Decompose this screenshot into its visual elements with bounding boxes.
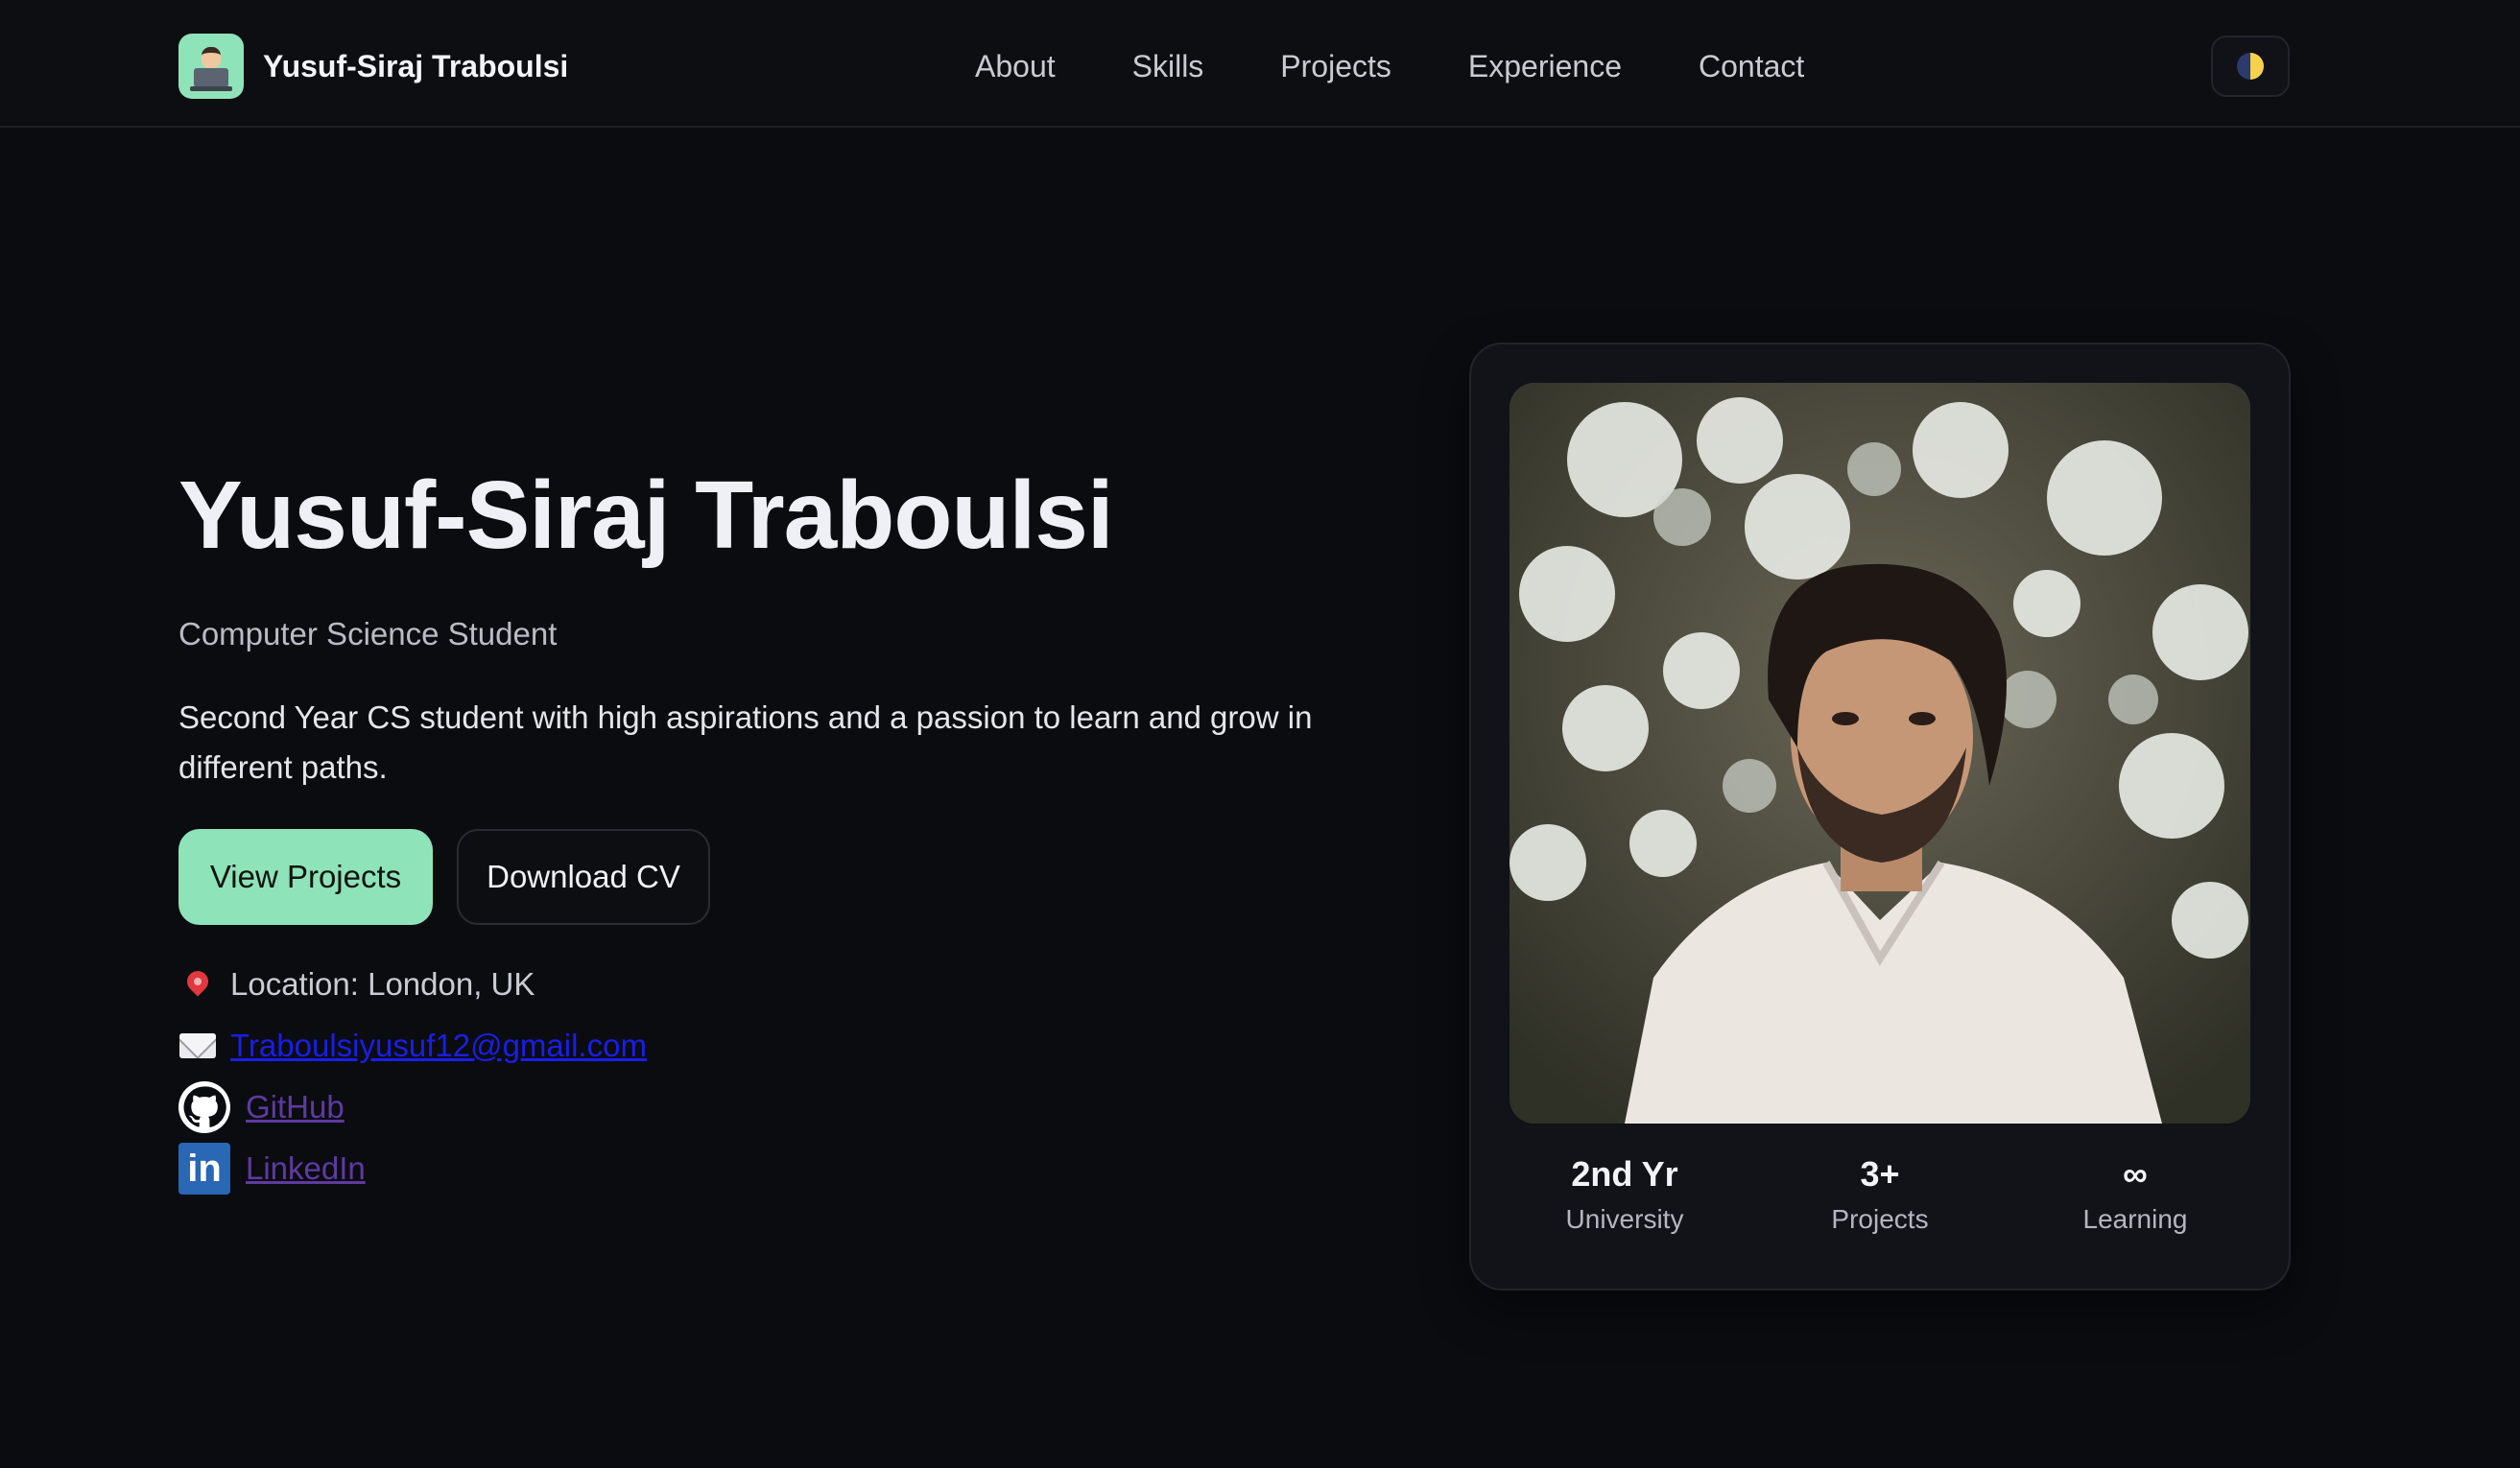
brand-name: Yusuf-Siraj Traboulsi xyxy=(263,48,569,83)
nav-link-experience[interactable]: Experience xyxy=(1468,49,1622,84)
contact-list: Location: London, UK Traboulsiyusuf12@gm… xyxy=(178,954,647,1199)
developer-avatar-icon xyxy=(178,34,244,99)
view-projects-button[interactable]: View Projects xyxy=(178,829,433,925)
download-cv-button[interactable]: Download CV xyxy=(457,829,710,925)
hero-description: Second Year CS student with high aspirat… xyxy=(178,699,1313,785)
nav-link-projects[interactable]: Projects xyxy=(1280,49,1391,84)
stat-label: Projects xyxy=(1831,1204,1929,1234)
github-link[interactable]: GitHub xyxy=(246,1089,345,1125)
stat-label: University xyxy=(1565,1204,1684,1234)
linkedin-icon: in xyxy=(178,1143,230,1195)
profile-card: 2nd Yr University 3+ Projects ∞ Learning xyxy=(1469,343,2291,1290)
nav-link-contact[interactable]: Contact xyxy=(1699,49,1804,84)
envelope-icon xyxy=(179,1033,216,1058)
location-row: Location: London, UK xyxy=(178,954,647,1015)
profile-stats: 2nd Yr University 3+ Projects ∞ Learning xyxy=(1510,1150,2250,1256)
nav-link-about[interactable]: About xyxy=(975,49,1056,84)
stat-university: 2nd Yr University xyxy=(1510,1150,1740,1256)
linkedin-link[interactable]: LinkedIn xyxy=(246,1150,366,1187)
github-row: GitHub xyxy=(178,1077,647,1138)
location-text: Location: London, UK xyxy=(230,966,535,1002)
stat-learning: ∞ Learning xyxy=(2020,1150,2250,1256)
half-moon-icon xyxy=(2237,53,2264,80)
email-link[interactable]: Traboulsiyusuf12@gmail.com xyxy=(230,1028,647,1064)
top-navbar: Yusuf-Siraj Traboulsi About Skills Proje… xyxy=(0,0,2520,128)
profile-photo xyxy=(1510,383,2250,1124)
stat-projects: 3+ Projects xyxy=(1765,1150,1995,1256)
location-pin-icon xyxy=(182,966,213,997)
hero-subtitle: Computer Science Student xyxy=(178,616,558,651)
email-row: Traboulsiyusuf12@gmail.com xyxy=(178,1015,647,1077)
hero-title: Yusuf-Siraj Traboulsi xyxy=(178,462,1114,569)
stat-value: 2nd Yr xyxy=(1571,1154,1678,1194)
theme-toggle-button[interactable] xyxy=(2211,36,2290,97)
nav-link-skills[interactable]: Skills xyxy=(1132,49,1204,84)
linkedin-row: in LinkedIn xyxy=(178,1138,647,1199)
stat-label: Learning xyxy=(2082,1204,2188,1234)
stat-value: ∞ xyxy=(2123,1154,2148,1194)
brand-home-link[interactable]: Yusuf-Siraj Traboulsi xyxy=(178,34,568,99)
github-icon xyxy=(178,1081,230,1133)
nav-links: About Skills Projects Experience Contact xyxy=(975,42,1804,90)
stat-value: 3+ xyxy=(1860,1154,1900,1194)
